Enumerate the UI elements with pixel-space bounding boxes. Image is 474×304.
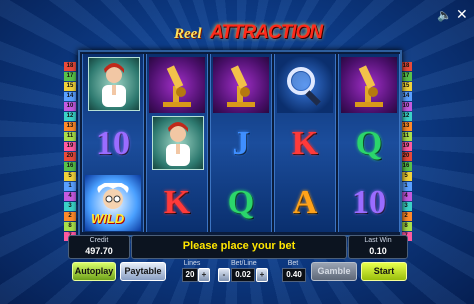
bet-line-decrease-button[interactable]: - bbox=[218, 268, 230, 282]
credit-label: Credit bbox=[89, 237, 109, 244]
start-button[interactable]: Start bbox=[361, 262, 407, 281]
lines-value: 20 bbox=[182, 268, 198, 282]
reels-frame: 10 WILD K J Q K A Q 10 bbox=[78, 50, 402, 237]
game-logo: Reel ATTRACTION bbox=[168, 20, 323, 50]
bet-value: 0.40 bbox=[282, 268, 306, 282]
message-panel: Please place your bet bbox=[131, 235, 347, 259]
payline-number: 13 bbox=[64, 122, 76, 131]
bet-label: Bet bbox=[287, 260, 299, 267]
logo-attraction: ATTRACTION bbox=[210, 22, 323, 43]
lines-increase-button[interactable]: + bbox=[198, 268, 210, 282]
symbol-j: J bbox=[232, 125, 250, 162]
payline-number: 16 bbox=[64, 162, 76, 171]
microscope-icon bbox=[149, 57, 205, 113]
reel-4: KA bbox=[274, 54, 336, 232]
reel-2: K bbox=[146, 54, 208, 232]
wild-label: WILD bbox=[91, 211, 125, 226]
payline-number: 5 bbox=[64, 172, 76, 181]
payline-number: 12 bbox=[64, 112, 76, 121]
speaker-icon[interactable]: 🔈 bbox=[437, 8, 452, 22]
autoplay-button[interactable]: Autoplay bbox=[72, 262, 116, 281]
close-icon[interactable]: ✕ bbox=[456, 7, 470, 21]
microscope-icon bbox=[341, 57, 397, 113]
payline-number: 3 bbox=[64, 202, 76, 211]
symbol-a: A bbox=[292, 184, 318, 221]
payline-number: 8 bbox=[64, 222, 76, 231]
last-win-label: Last Win bbox=[364, 237, 392, 244]
microscope-icon bbox=[213, 57, 269, 113]
bet-line-label: Bet/Line bbox=[231, 260, 257, 267]
paytable-button[interactable]: Paytable bbox=[120, 262, 166, 281]
symbol-10: 10 bbox=[352, 184, 386, 221]
payline-number: 15 bbox=[64, 82, 76, 91]
payline-number: 10 bbox=[64, 102, 76, 111]
symbol-k: K bbox=[291, 125, 319, 162]
payline-number: 4 bbox=[64, 192, 76, 201]
payline-number: 19 bbox=[64, 142, 76, 151]
status-message: Please place your bet bbox=[182, 240, 296, 252]
payline-number: 11 bbox=[64, 132, 76, 141]
payline-number: 14 bbox=[64, 92, 76, 101]
symbol-k: K bbox=[163, 184, 191, 221]
bet-line-increase-button[interactable]: + bbox=[256, 268, 268, 282]
payline-number: 2 bbox=[64, 212, 76, 221]
symbol-10: 10 bbox=[96, 125, 130, 162]
reel-5: Q 10 bbox=[338, 54, 400, 232]
doctor-woman-icon bbox=[152, 116, 204, 170]
lines-label: Lines bbox=[183, 260, 201, 267]
payline-number: 1 bbox=[64, 182, 76, 191]
payline-number: 20 bbox=[64, 152, 76, 161]
gamble-button[interactable]: Gamble bbox=[311, 262, 357, 281]
symbol-q: Q bbox=[355, 125, 383, 162]
last-win-panel: Last Win 0.10 bbox=[348, 235, 408, 259]
last-win-value: 0.10 bbox=[369, 246, 387, 256]
bet-line-value: 0.02 bbox=[231, 268, 255, 282]
payline-number: 18 bbox=[64, 62, 76, 71]
reel-3: JQ bbox=[210, 54, 272, 232]
symbol-q: Q bbox=[227, 184, 255, 221]
payline-number: 17 bbox=[64, 72, 76, 81]
doctor-woman-icon bbox=[88, 57, 140, 111]
wild-scientist-icon: WILD bbox=[85, 175, 141, 231]
credit-panel: Credit 497.70 bbox=[68, 235, 130, 259]
logo-reel: Reel bbox=[174, 26, 202, 42]
credit-value: 497.70 bbox=[85, 246, 113, 256]
magnifying-glass-icon bbox=[277, 57, 333, 113]
payline-indicators-left: 18171514101213111920165143287 bbox=[64, 62, 76, 242]
info-bar: Credit 497.70 Please place your bet Last… bbox=[68, 235, 408, 259]
reel-1: 10 WILD bbox=[82, 54, 144, 232]
